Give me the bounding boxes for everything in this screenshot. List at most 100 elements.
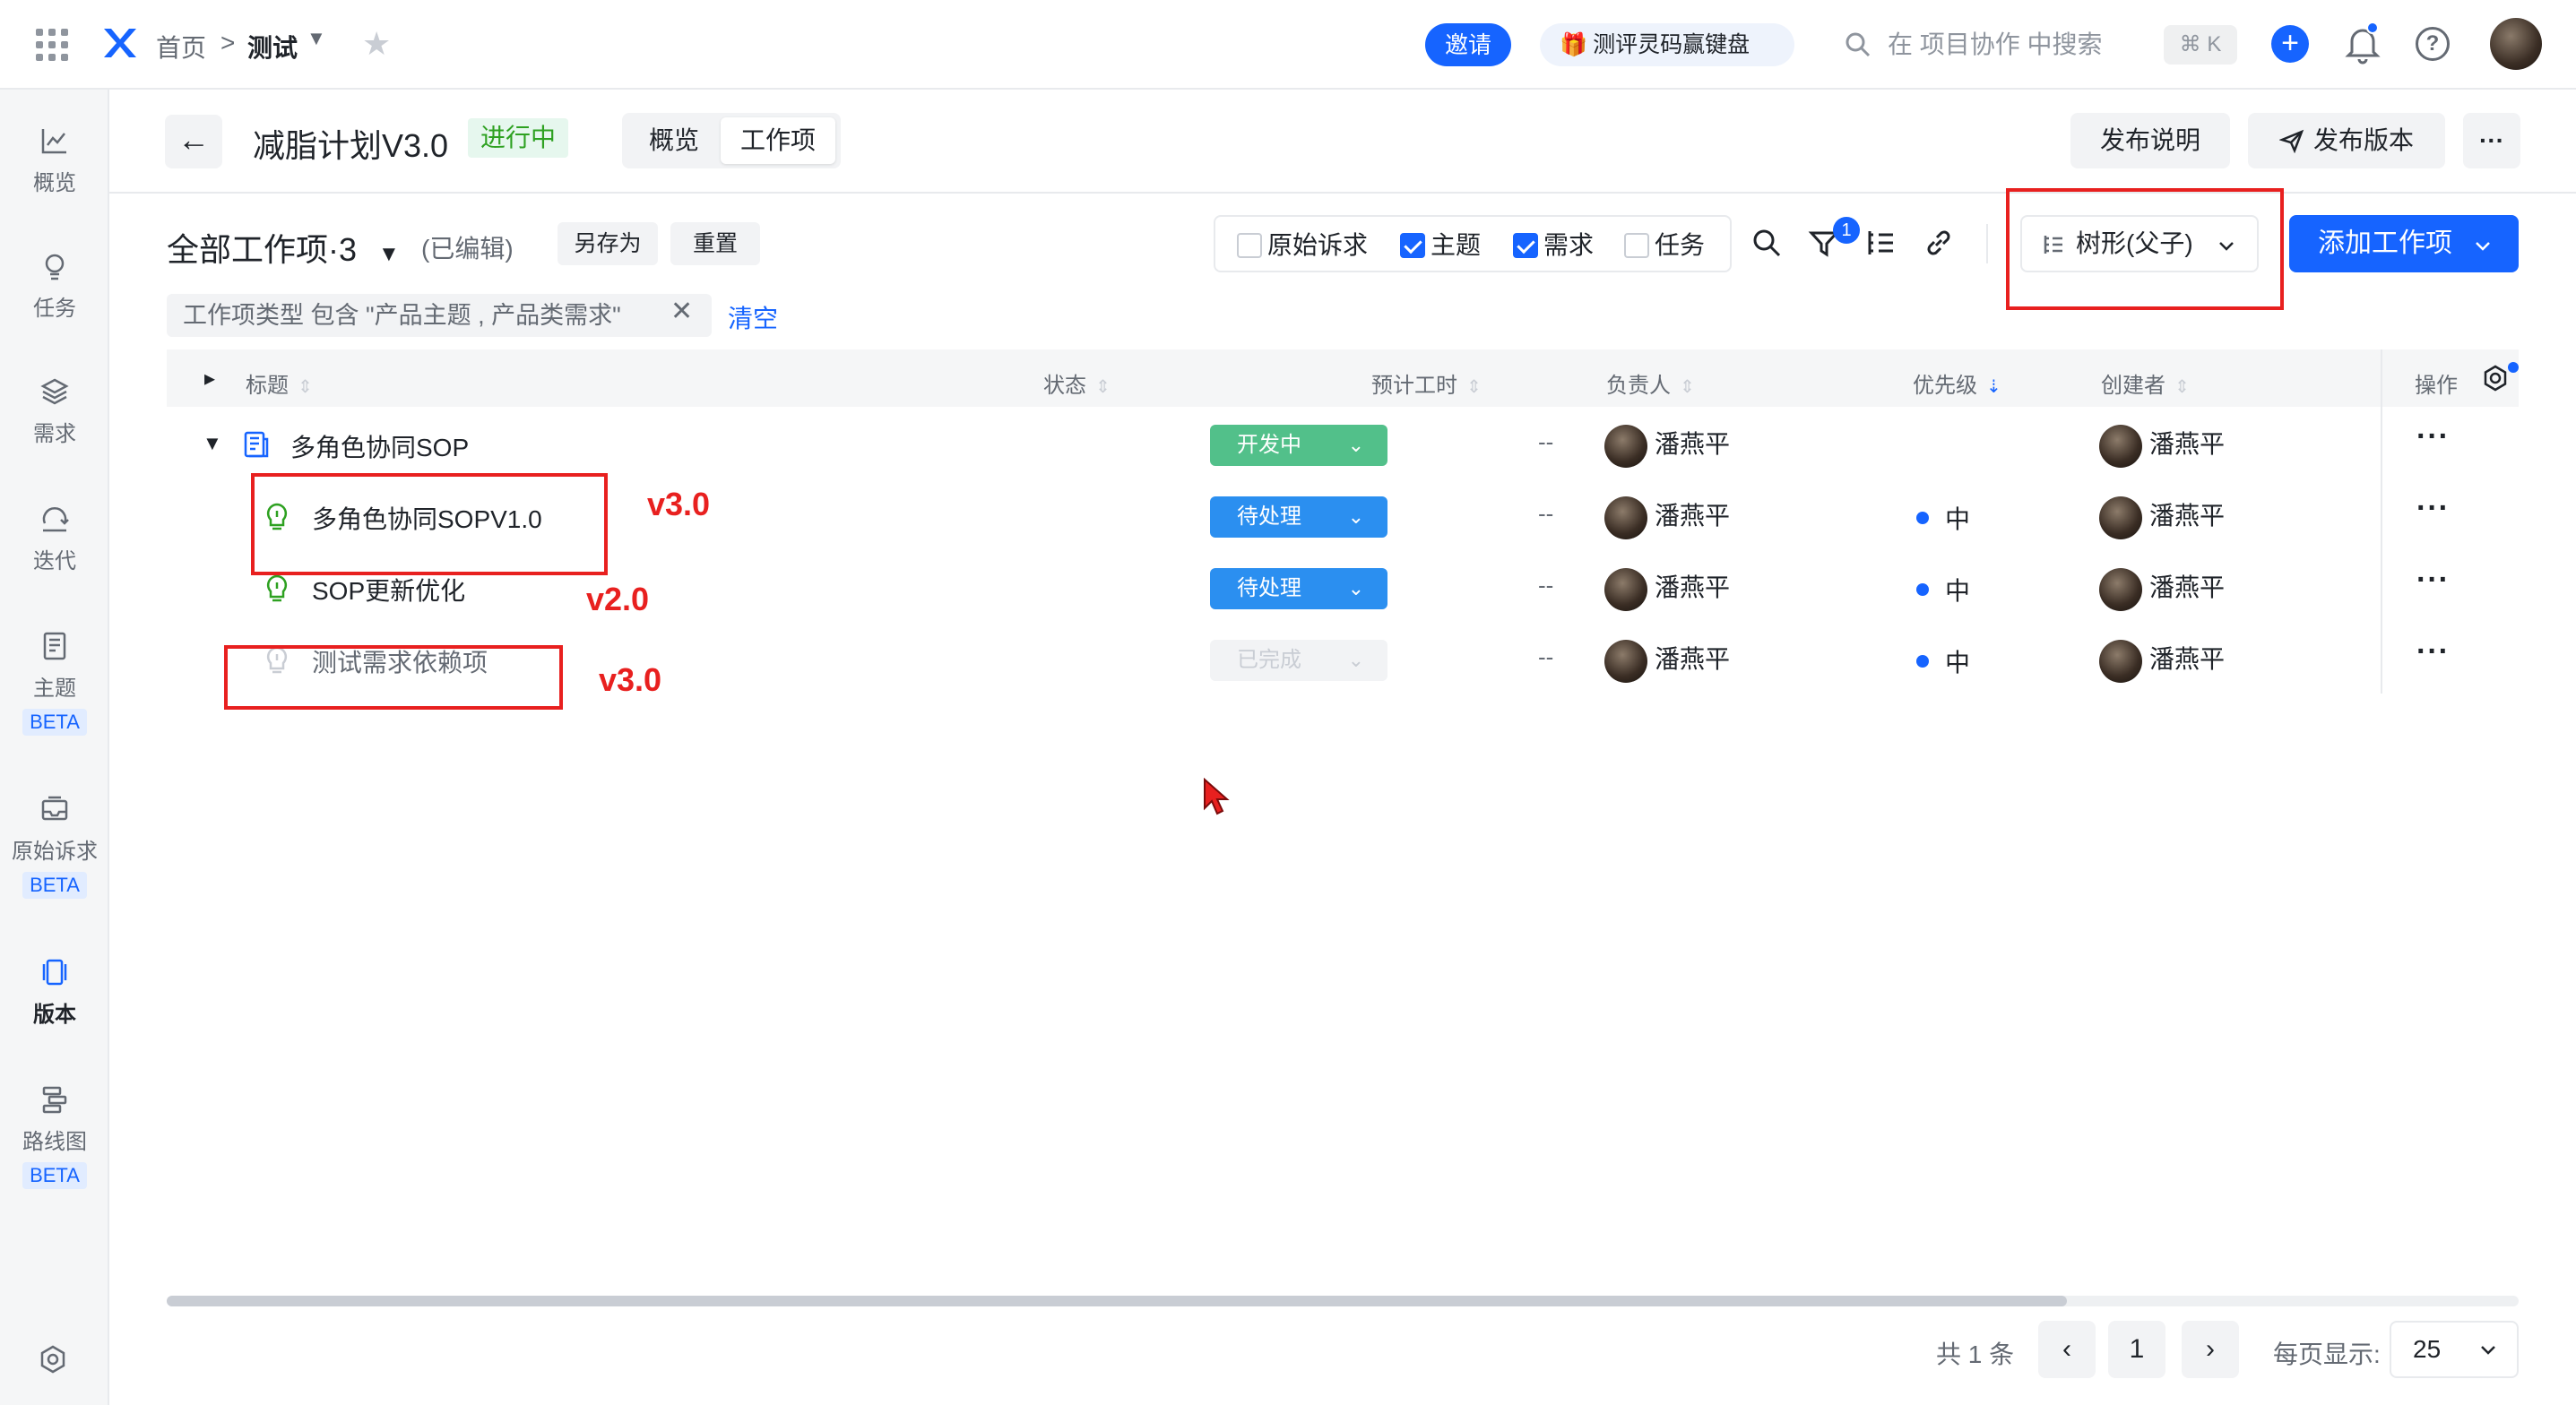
promo-banner[interactable]: 🎁 测评灵码赢键盘 — [1540, 23, 1794, 66]
star-icon[interactable]: ★ — [362, 25, 391, 63]
filter-theme-checkbox[interactable]: 主题 — [1400, 231, 1481, 260]
sidebar-item-overview[interactable]: 概览 — [0, 125, 109, 196]
owner-cell[interactable]: 潘燕平 — [1604, 566, 1730, 611]
pagination-total: 共 1 条 — [1936, 1340, 2015, 1368]
bulb-icon — [45, 254, 65, 280]
user-avatar[interactable] — [2490, 18, 2542, 70]
invite-button[interactable]: 邀请 — [1425, 23, 1511, 66]
app-logo-icon[interactable] — [99, 23, 138, 63]
avatar — [1604, 567, 1647, 611]
view-title[interactable]: 全部工作项·3 ▼ — [167, 224, 400, 271]
estimated-hours: -- — [1538, 428, 1554, 455]
sidebar-item-roadmap[interactable]: 路线图 BETA — [0, 1084, 109, 1189]
tab-work-items[interactable]: 工作项 — [721, 117, 835, 164]
filter-count-badge: 1 — [1833, 217, 1860, 244]
status-dropdown[interactable]: 待处理 ⌄ — [1210, 568, 1387, 609]
breadcrumb-home[interactable]: 首页 — [156, 29, 206, 65]
project-caret-icon[interactable]: ▼ — [307, 27, 326, 50]
global-search[interactable]: 在 项目协作 中搜索 — [1845, 23, 2114, 66]
collapse-caret-icon[interactable]: ▼ — [203, 432, 222, 455]
reset-button[interactable]: 重置 — [670, 222, 760, 265]
chart-line-icon — [41, 129, 66, 154]
sidebar-item-original-requests[interactable]: 原始诉求 BETA — [0, 794, 109, 899]
status-dropdown[interactable]: 开发中 ⌄ — [1210, 425, 1387, 466]
search-icon — [1846, 32, 1871, 57]
row-more-button[interactable]: ··· — [2416, 491, 2450, 526]
column-header-priority[interactable]: 优先级 ⇣ — [1913, 367, 2001, 399]
sidebar-item-versions[interactable]: 版本 — [0, 957, 109, 1028]
creator-name: 潘燕平 — [2149, 502, 2226, 530]
add-work-item-button[interactable]: 添加工作项 — [2289, 215, 2519, 272]
version-icon — [42, 959, 67, 986]
filter-requirement-checkbox[interactable]: 需求 — [1513, 231, 1594, 260]
owner-name: 潘燕平 — [1655, 573, 1731, 601]
owner-cell[interactable]: 潘燕平 — [1604, 638, 1730, 683]
sidebar-item-iterations[interactable]: 迭代 — [0, 504, 109, 574]
horizontal-scrollbar-thumb[interactable] — [167, 1296, 2067, 1306]
sidebar-item-requirements[interactable]: 需求 — [0, 376, 109, 447]
owner-cell[interactable]: 潘燕平 — [1604, 423, 1730, 468]
page-size-select[interactable]: 25 — [2390, 1321, 2519, 1378]
creator-name: 潘燕平 — [2149, 573, 2226, 601]
row-title[interactable]: SOP更新优化 — [312, 572, 465, 608]
close-icon[interactable]: ✕ — [670, 296, 693, 327]
column-settings-icon[interactable] — [2481, 364, 2510, 392]
status-dropdown[interactable]: 待处理 ⌄ — [1210, 496, 1387, 538]
breadcrumb-project[interactable]: 测试 — [247, 29, 298, 65]
layers-icon — [40, 378, 69, 405]
sidebar-item-label: 需求 — [33, 422, 76, 446]
avatar — [1604, 639, 1647, 683]
column-header-status[interactable]: 状态 ⇕ — [1043, 367, 1111, 399]
tree-list-icon[interactable] — [1864, 226, 1898, 260]
status-dropdown[interactable]: 已完成 ⌄ — [1210, 640, 1387, 681]
filter-task-checkbox[interactable]: 任务 — [1624, 231, 1705, 260]
chevron-down-icon[interactable] — [2474, 237, 2492, 254]
release-notes-button[interactable]: 发布说明 — [2070, 113, 2230, 168]
prev-page-button[interactable]: ‹ — [2038, 1321, 2096, 1378]
filter-original-request-checkbox[interactable]: 原始诉求 — [1237, 231, 1368, 260]
row-more-button[interactable]: ··· — [2416, 419, 2450, 454]
shortcut-hint: ⌘ K — [2164, 25, 2237, 65]
sort-icon: ⇕ — [1680, 377, 1695, 397]
annotation-label: v3.0 — [647, 486, 711, 522]
row-title[interactable]: 多角色协同SOP — [290, 428, 469, 464]
row-more-button[interactable]: ··· — [2416, 634, 2450, 669]
column-header-hours[interactable]: 预计工时 ⇕ — [1371, 367, 1482, 399]
settings-hex-icon[interactable] — [38, 1344, 68, 1375]
column-header-creator[interactable]: 创建者 ⇕ — [2101, 367, 2190, 399]
status-label: 开发中 — [1237, 433, 1301, 457]
back-button[interactable]: ← — [165, 115, 222, 168]
type-filter-group: 原始诉求 主题 需求 任务 — [1214, 215, 1732, 272]
row-more-button[interactable]: ··· — [2416, 563, 2450, 598]
mouse-cursor-icon — [1204, 778, 1230, 815]
sidebar-item-themes[interactable]: 主题 BETA — [0, 631, 109, 736]
publish-version-button[interactable]: 发布版本 — [2248, 113, 2445, 168]
estimated-hours: -- — [1538, 500, 1554, 527]
creator-name: 潘燕平 — [2149, 645, 2226, 673]
checkbox-label: 任务 — [1655, 231, 1706, 259]
more-actions-button[interactable]: ··· — [2463, 113, 2520, 168]
column-header-owner[interactable]: 负责人 ⇕ — [1606, 367, 1695, 399]
create-plus-button[interactable]: + — [2271, 25, 2309, 63]
help-icon[interactable]: ? — [2416, 27, 2450, 61]
owner-cell[interactable]: 潘燕平 — [1604, 495, 1730, 539]
chevron-down-icon: ⌄ — [1347, 577, 1364, 599]
clear-filters-link[interactable]: 清空 — [728, 299, 778, 335]
priority-label: 中 — [1945, 577, 1971, 605]
apps-grid-icon[interactable] — [36, 29, 68, 61]
table-row[interactable]: ▼ 多角色协同SOP 开发中 ⌄ -- 潘燕平 潘燕平 ··· — [167, 409, 2449, 480]
expand-all-caret-icon[interactable]: ▸ — [204, 366, 215, 392]
link-icon[interactable] — [1922, 226, 1956, 260]
priority-cell[interactable]: 中 — [1916, 572, 1970, 608]
sidebar-item-tasks[interactable]: 任务 — [0, 251, 109, 322]
tab-overview[interactable]: 概览 — [627, 117, 721, 164]
page-number-button[interactable]: 1 — [2108, 1321, 2165, 1378]
next-page-button[interactable]: › — [2182, 1321, 2239, 1378]
priority-cell[interactable]: 中 — [1916, 643, 1970, 679]
priority-cell[interactable]: 中 — [1916, 500, 1970, 536]
view-tabs: 概览 工作项 — [622, 113, 841, 168]
annotation-label: v2.0 — [586, 581, 650, 617]
save-as-button[interactable]: 另存为 — [558, 222, 658, 265]
column-header-title[interactable]: 标题 ⇕ — [246, 367, 313, 399]
search-icon[interactable] — [1750, 226, 1784, 260]
